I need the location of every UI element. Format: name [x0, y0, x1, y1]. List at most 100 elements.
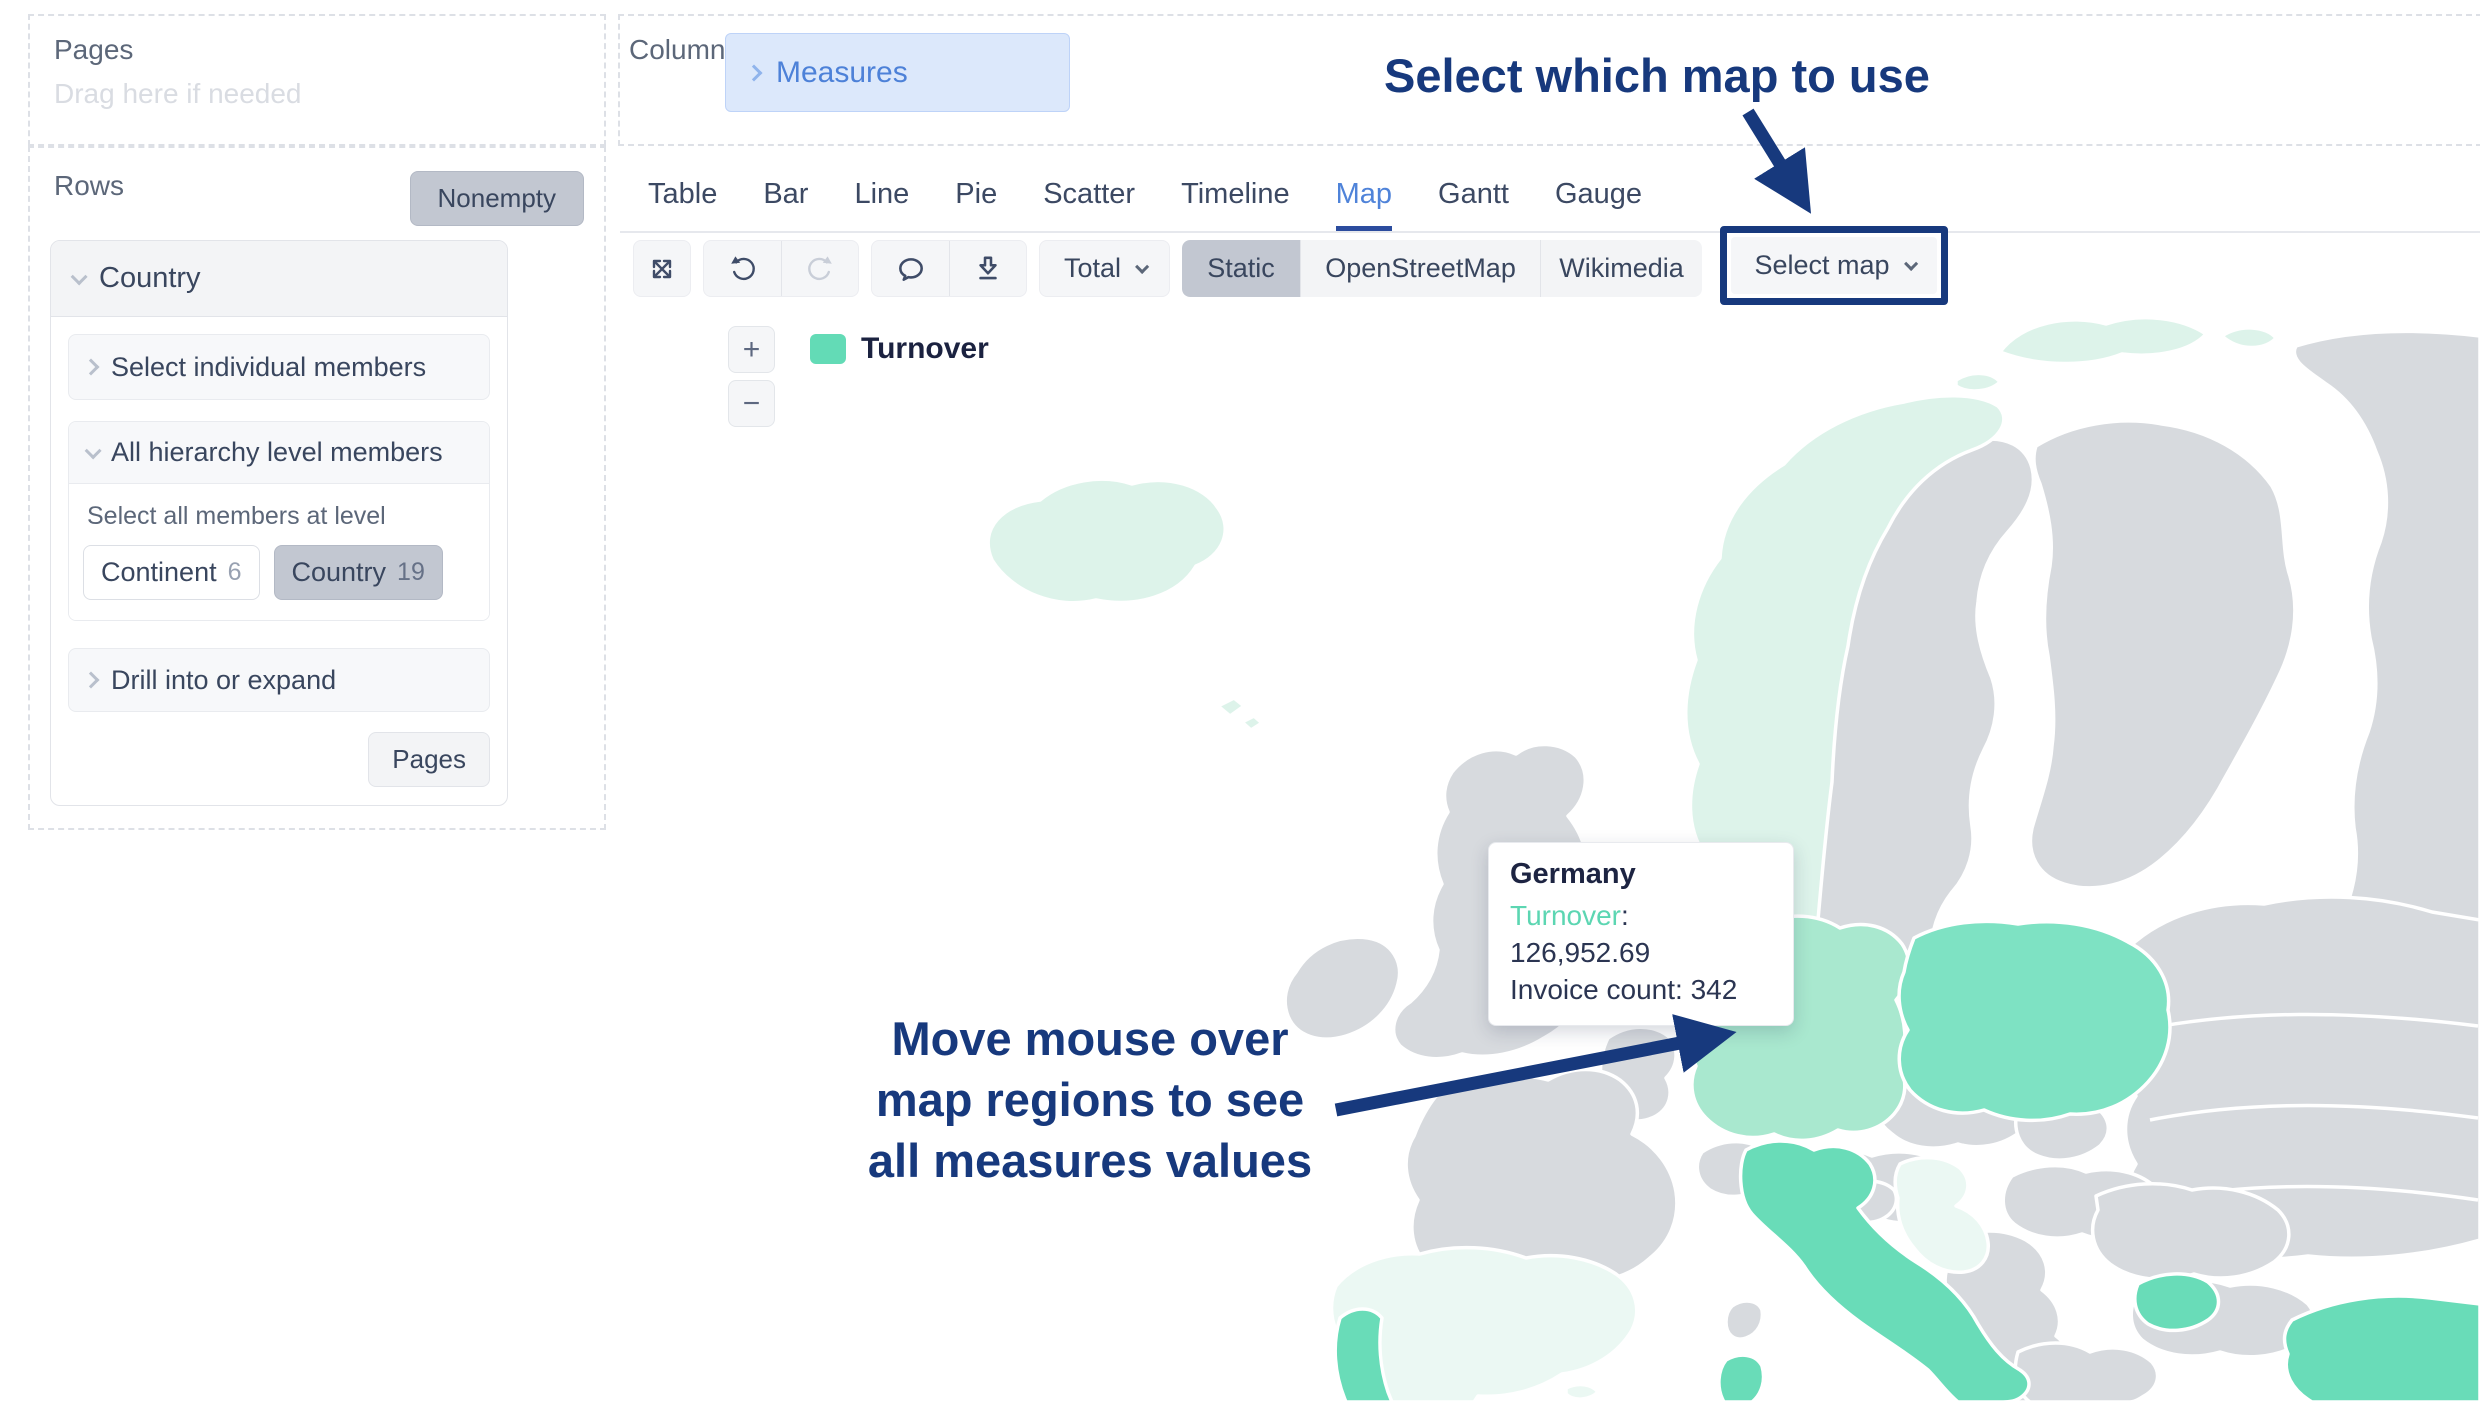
- map-region-corsica[interactable]: [1726, 1301, 1762, 1339]
- tooltip-turnover-value: 126,952.69: [1510, 937, 1650, 968]
- map-zoom-out-button[interactable]: −: [728, 380, 775, 427]
- tab-timeline[interactable]: Timeline: [1181, 160, 1290, 231]
- annotation-hover-line2: map regions to see: [800, 1069, 1380, 1130]
- select-individual-members-row[interactable]: Select individual members: [68, 334, 490, 400]
- map-region-greece[interactable]: [2015, 1343, 2157, 1402]
- map-region-faroe-2[interactable]: [1242, 716, 1262, 730]
- annotation-hover-line1: Move mouse over: [800, 1008, 1380, 1069]
- tab-scatter[interactable]: Scatter: [1043, 160, 1135, 231]
- country-field-body: Select individual members All hierarchy …: [51, 317, 507, 787]
- level-chip-country-count: 19: [397, 558, 425, 587]
- measures-field-chip[interactable]: Measures: [725, 33, 1070, 112]
- europe-choropleth-map: [620, 280, 2480, 1402]
- expand-icon: [646, 253, 678, 285]
- move-to-pages-button[interactable]: Pages: [368, 732, 490, 787]
- select-map-highlight-box: Select map: [1720, 226, 1948, 305]
- chart-type-tabs: Table Bar Line Pie Scatter Timeline Map …: [620, 160, 2480, 233]
- tab-line[interactable]: Line: [854, 160, 909, 231]
- map-mode-static[interactable]: Static: [1182, 240, 1300, 297]
- map-legend: Turnover: [810, 332, 989, 366]
- chevron-right-icon: [83, 672, 100, 689]
- chevron-down-icon: [1904, 256, 1918, 270]
- level-chip-country[interactable]: Country 19: [274, 545, 443, 600]
- undo-button[interactable]: [704, 241, 781, 296]
- rows-drop-panel: Rows Nonempty Country Select individual …: [28, 146, 606, 830]
- annotation-hover-instructions: Move mouse over map regions to see all m…: [800, 1008, 1380, 1191]
- map-region-svalbard[interactable]: [2000, 318, 2206, 364]
- tooltip-turnover-label: Turnover: [1510, 900, 1621, 931]
- select-map-label: Select map: [1755, 250, 1890, 281]
- tab-pie[interactable]: Pie: [955, 160, 997, 231]
- tooltip-invoice-value: 342: [1691, 974, 1738, 1005]
- level-chip-continent-label: Continent: [101, 557, 217, 588]
- measures-field-label: Measures: [776, 56, 908, 90]
- total-dropdown[interactable]: Total: [1039, 240, 1170, 297]
- map-region-sardinia[interactable]: [1719, 1355, 1764, 1402]
- map-region-romania[interactable]: [2093, 1184, 2289, 1280]
- map-region-iceland[interactable]: [988, 479, 1225, 603]
- pages-placeholder: Drag here if needed: [54, 78, 604, 110]
- tab-map[interactable]: Map: [1336, 160, 1392, 231]
- map-region-croatia[interactable]: [1895, 1158, 1988, 1273]
- select-map-dropdown[interactable]: Select map: [1731, 237, 1937, 294]
- map-region-faroe[interactable]: [1218, 698, 1244, 716]
- map-region-svalbard-islet-2[interactable]: [1956, 373, 2000, 391]
- chevron-down-icon: [85, 442, 102, 459]
- all-hierarchy-header[interactable]: All hierarchy level members: [69, 422, 489, 484]
- map-region-poland[interactable]: [1899, 921, 2170, 1120]
- download-icon: [972, 253, 1004, 285]
- country-field-label: Country: [99, 262, 201, 295]
- level-chip-continent[interactable]: Continent 6: [83, 545, 260, 600]
- map-region-finland[interactable]: [2030, 421, 2294, 888]
- legend-label: Turnover: [861, 332, 989, 366]
- map-tooltip: Germany Turnover: 126,952.69 Invoice cou…: [1488, 842, 1794, 1026]
- country-field-card: Country Select individual members All hi…: [50, 240, 508, 806]
- comment-export-group: [871, 240, 1027, 297]
- expand-button[interactable]: [633, 240, 691, 297]
- map-region-svalbard-islet[interactable]: [2222, 328, 2276, 348]
- tab-table[interactable]: Table: [648, 160, 717, 231]
- tab-gantt[interactable]: Gantt: [1438, 160, 1509, 231]
- select-all-at-level-hint: Select all members at level: [87, 502, 475, 531]
- nonempty-button[interactable]: Nonempty: [410, 171, 585, 226]
- all-hierarchy-group: All hierarchy level members Select all m…: [68, 421, 490, 621]
- all-hierarchy-body: Select all members at level Continent 6 …: [69, 484, 489, 620]
- map-region-turkey-thrace[interactable]: [2135, 1274, 2219, 1330]
- tooltip-invoice-row: Invoice count: 342: [1510, 971, 1772, 1008]
- tab-gauge[interactable]: Gauge: [1555, 160, 1642, 231]
- all-hierarchy-label: All hierarchy level members: [111, 437, 443, 468]
- pages-drop-panel[interactable]: Pages Drag here if needed: [28, 14, 606, 146]
- map-mode-segmented: Static OpenStreetMap Wikimedia: [1182, 240, 1702, 297]
- tab-bar[interactable]: Bar: [763, 160, 808, 231]
- rows-panel-label: Rows: [54, 170, 124, 202]
- map-zoom-in-button[interactable]: +: [728, 326, 775, 373]
- map-mode-openstreetmap[interactable]: OpenStreetMap: [1300, 240, 1540, 297]
- annotation-select-map: Select which map to use: [1384, 48, 1930, 103]
- chevron-down-icon: [71, 268, 88, 285]
- redo-icon: [804, 253, 836, 285]
- map-region-turkey[interactable]: [2285, 1296, 2480, 1402]
- tooltip-turnover-row: Turnover: 126,952.69: [1510, 897, 1772, 971]
- legend-swatch: [810, 334, 846, 364]
- chevron-down-icon: [1135, 259, 1149, 273]
- undo-redo-group: [703, 240, 859, 297]
- level-chip-continent-count: 6: [228, 558, 242, 587]
- map-mode-wikimedia[interactable]: Wikimedia: [1540, 240, 1702, 297]
- chevron-right-icon: [746, 64, 763, 81]
- comment-icon: [895, 253, 927, 285]
- drill-into-row[interactable]: Drill into or expand: [68, 648, 490, 712]
- map-region-balearic-islands[interactable]: [1566, 1385, 1598, 1400]
- chevron-right-icon: [83, 359, 100, 376]
- level-chip-country-label: Country: [292, 557, 387, 588]
- select-individual-members-label: Select individual members: [111, 352, 426, 383]
- annotation-hover-line3: all measures values: [800, 1130, 1380, 1191]
- drill-into-label: Drill into or expand: [111, 665, 336, 696]
- redo-button[interactable]: [781, 241, 858, 296]
- country-field-header[interactable]: Country: [51, 241, 507, 317]
- total-dropdown-label: Total: [1064, 253, 1121, 284]
- tooltip-invoice-label: Invoice count: [1510, 974, 1675, 1005]
- undo-icon: [727, 253, 759, 285]
- comment-button[interactable]: [872, 241, 949, 296]
- pages-panel-label: Pages: [54, 34, 604, 66]
- export-button[interactable]: [949, 241, 1026, 296]
